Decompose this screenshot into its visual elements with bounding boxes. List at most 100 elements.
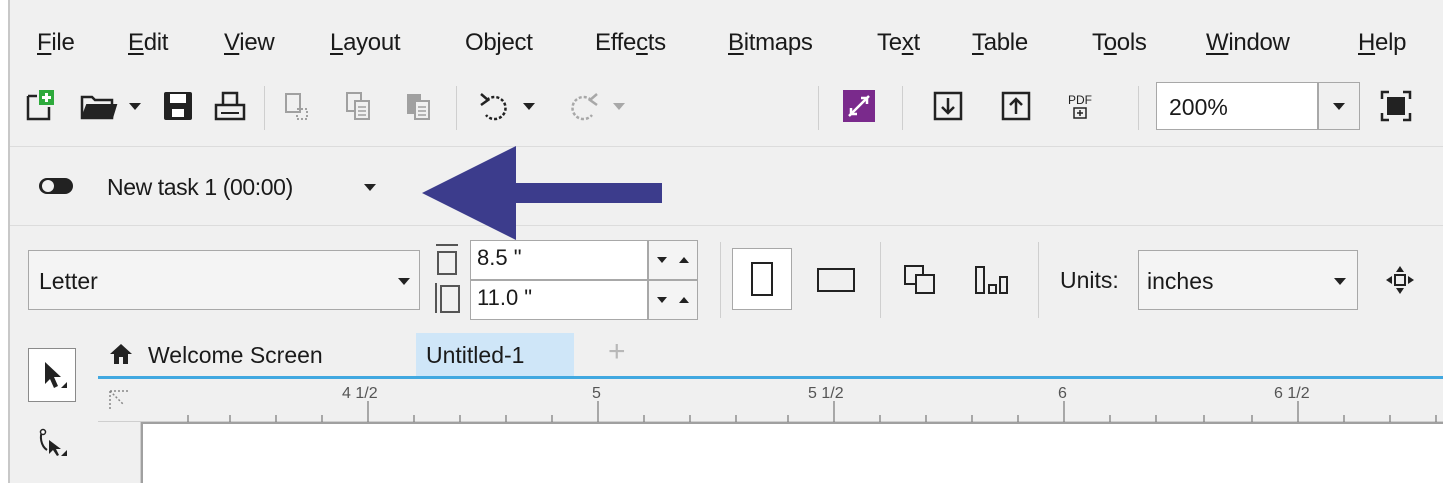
menu-table[interactable]: Table	[972, 29, 1028, 57]
landscape-button[interactable]	[810, 260, 862, 300]
task-label[interactable]: New task 1 (00:00)	[107, 174, 293, 201]
home-icon	[110, 344, 132, 364]
corel-draw-window: File Edit View Layout Object Effects Bit…	[8, 0, 1443, 483]
copy-button[interactable]	[338, 86, 378, 126]
standard-toolbar: PDF 200%	[10, 76, 1443, 142]
paste-button[interactable]	[398, 86, 438, 126]
pointer-arrow-icon	[45, 362, 67, 388]
portrait-page-icon	[751, 262, 773, 296]
page-width-spinner[interactable]	[648, 240, 698, 280]
tab-document-label: Untitled-1	[426, 342, 525, 368]
toolbar-separator	[1138, 86, 1139, 130]
export-button[interactable]	[996, 86, 1036, 126]
spin-arrows-icon	[657, 297, 689, 303]
chevron-down-icon	[364, 184, 376, 191]
dropdown-arrow-icon	[613, 103, 625, 110]
landscape-page-icon	[817, 268, 855, 292]
save-disk-icon	[164, 92, 192, 120]
cut-button[interactable]	[276, 86, 316, 126]
tab-untitled-1[interactable]: Untitled-1	[416, 333, 574, 376]
cut-icon	[285, 93, 308, 120]
task-dropdown-button[interactable]	[360, 177, 380, 197]
full-screen-icon	[1380, 90, 1412, 122]
menu-bar: File Edit View Layout Object Effects Bit…	[10, 0, 1443, 80]
undo-button[interactable]	[468, 86, 544, 126]
new-document-icon	[26, 90, 54, 121]
menu-effects[interactable]: Effects	[595, 29, 666, 57]
menu-window[interactable]: Window	[1206, 29, 1290, 57]
menu-layout[interactable]: Layout	[330, 29, 401, 57]
print-icon	[214, 91, 246, 121]
toolbox	[10, 336, 98, 483]
tab-welcome-screen[interactable]: Welcome Screen	[98, 333, 408, 376]
page-height-input[interactable]: 11.0 "	[470, 280, 648, 320]
pdf-label: PDF	[1068, 92, 1092, 107]
vertical-ruler[interactable]	[98, 422, 141, 483]
full-screen-preview-button[interactable]	[1376, 86, 1416, 126]
ruler-ticks	[187, 401, 1437, 422]
portrait-button[interactable]	[732, 248, 792, 310]
redo-icon	[571, 93, 598, 121]
dropdown-arrow-icon	[129, 103, 141, 110]
property-bar: Letter 8.5 " 11.0 " Units: inches	[10, 226, 1443, 336]
nudge-button[interactable]	[1380, 260, 1420, 300]
document-tabs: Welcome Screen Untitled-1 +	[98, 333, 1443, 379]
chevron-down-icon	[398, 278, 410, 285]
export-icon	[1001, 91, 1031, 121]
chevron-down-icon	[1333, 103, 1345, 110]
toolbar-separator	[902, 86, 903, 130]
shape-tool-icon	[39, 428, 67, 456]
toggle-switch-icon	[39, 178, 73, 194]
search-content-icon	[843, 90, 875, 122]
task-bar: New task 1 (00:00)	[10, 146, 1443, 226]
new-tab-button[interactable]: +	[608, 333, 648, 376]
zoom-level-input[interactable]: 200%	[1156, 82, 1318, 130]
print-button[interactable]	[210, 86, 250, 126]
toolbar-separator	[264, 86, 265, 130]
dropdown-arrow-icon	[523, 103, 535, 110]
units-label: Units:	[1060, 267, 1119, 293]
menu-edit[interactable]: Edit	[128, 29, 168, 57]
search-content-button[interactable]	[838, 86, 880, 126]
redo-button[interactable]	[558, 86, 634, 126]
copy-icon	[346, 92, 370, 120]
menu-object[interactable]: Object	[465, 29, 533, 57]
all-pages-icon	[904, 265, 935, 294]
toolbar-separator	[818, 86, 819, 130]
import-button[interactable]	[928, 86, 968, 126]
open-document-button[interactable]	[72, 86, 148, 126]
menu-file[interactable]: File	[37, 29, 75, 57]
menu-view[interactable]: View	[224, 29, 275, 57]
drawing-canvas[interactable]	[141, 422, 1443, 483]
page-width-input[interactable]: 8.5 "	[470, 240, 648, 280]
page-height-icon	[435, 283, 460, 313]
menu-bitmaps[interactable]: Bitmaps	[728, 29, 813, 57]
page-width-icon	[436, 244, 458, 275]
shape-tool-button[interactable]	[28, 416, 76, 466]
menu-text[interactable]: Text	[877, 29, 920, 57]
menu-help[interactable]: Help	[1358, 29, 1406, 57]
publish-pdf-button[interactable]: PDF	[1060, 84, 1100, 128]
page-height-spinner[interactable]	[648, 280, 698, 320]
pick-tool-button[interactable]	[28, 348, 76, 402]
zoom-dropdown-button[interactable]	[1318, 82, 1360, 130]
current-page-button[interactable]	[970, 260, 1016, 300]
save-button[interactable]	[158, 86, 198, 126]
tab-welcome-label: Welcome Screen	[148, 342, 323, 368]
spin-arrows-icon	[657, 257, 689, 263]
toolbar-separator	[880, 242, 881, 318]
page-size-dropdown[interactable]: Letter	[28, 250, 420, 310]
menu-tools[interactable]: Tools	[1092, 29, 1147, 57]
horizontal-ruler[interactable]: 4 1/2 5 5 1/2 6 6 1/2	[98, 379, 1443, 422]
undo-icon	[480, 93, 507, 121]
toolbar-separator	[1038, 242, 1039, 318]
task-toggle[interactable]	[36, 173, 76, 199]
current-page-icon	[975, 266, 1008, 294]
nudge-arrows-icon	[1386, 266, 1414, 294]
chevron-down-icon	[1334, 278, 1346, 285]
page-size-value: Letter	[39, 268, 98, 294]
new-document-button[interactable]	[20, 86, 60, 126]
all-pages-button[interactable]	[898, 260, 944, 300]
units-dropdown[interactable]: inches	[1138, 250, 1358, 310]
units-value: inches	[1147, 268, 1214, 294]
